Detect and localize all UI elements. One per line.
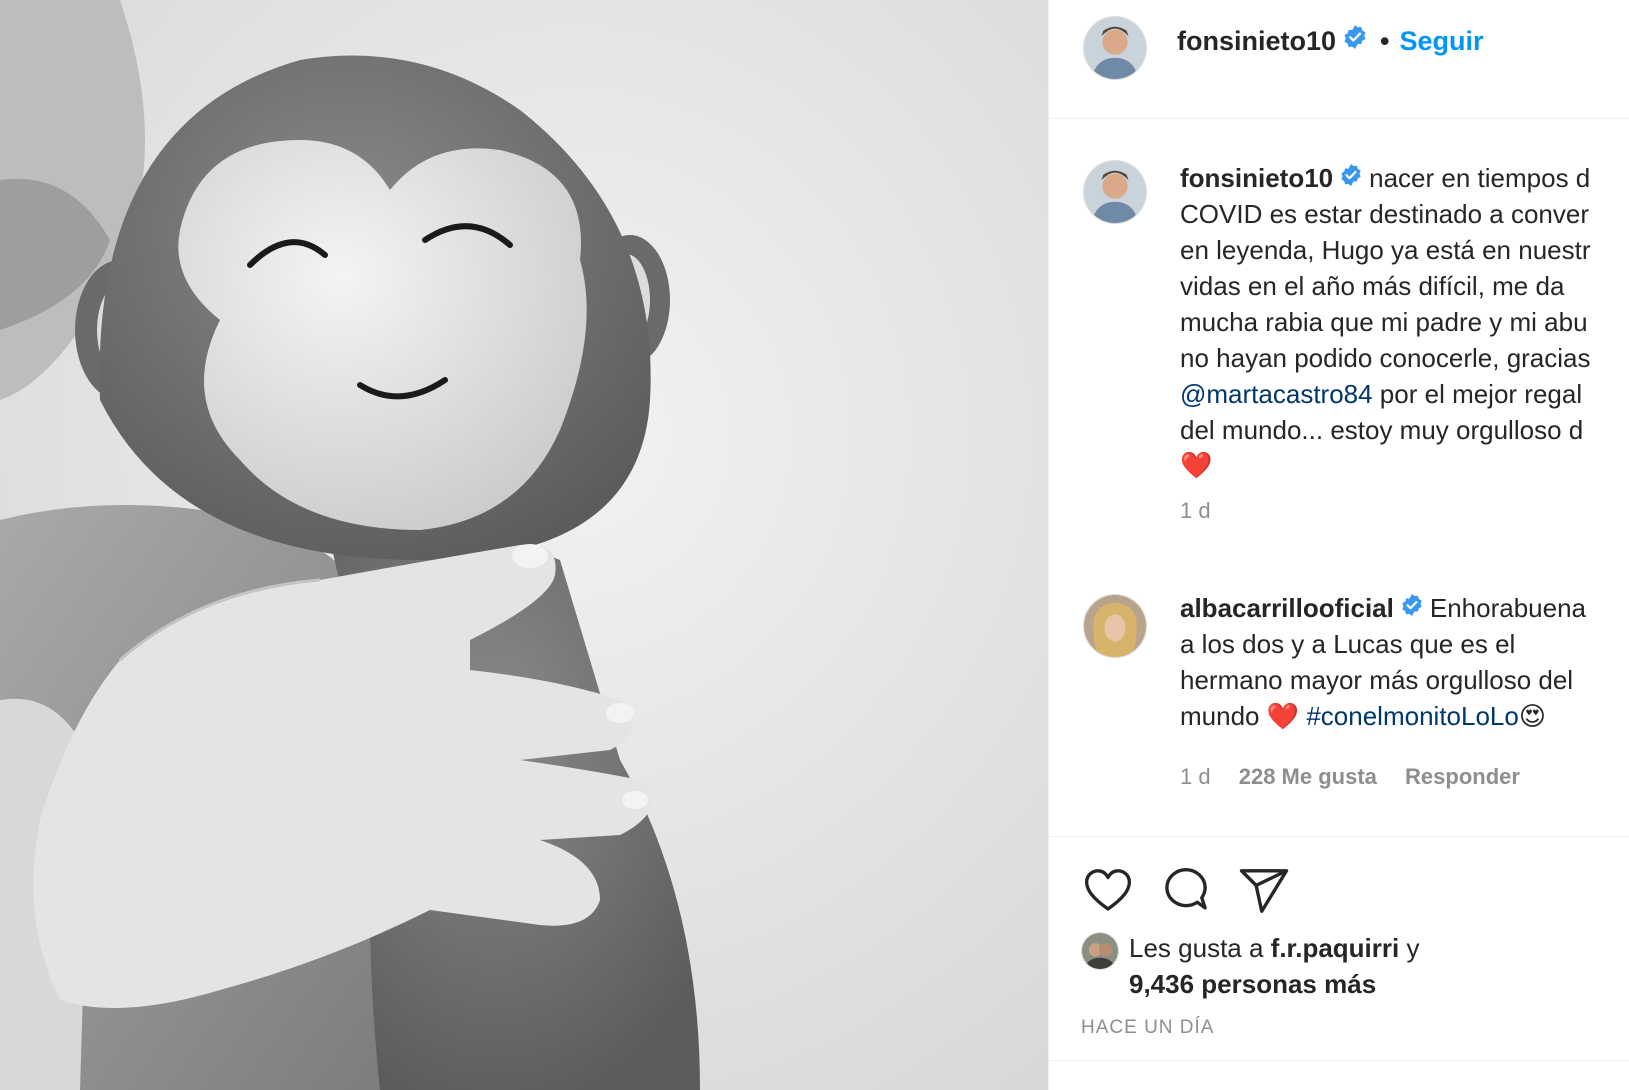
post-time-ago[interactable]: HACE UN DÍA xyxy=(1081,1017,1214,1039)
person-avatar-icon xyxy=(1082,933,1118,969)
actions-divider xyxy=(1049,836,1629,837)
caption-avatar[interactable] xyxy=(1083,160,1147,224)
caption-text-line: en leyenda, Hugo ya está en nuestr xyxy=(1180,235,1591,265)
caption-text-line: mucha rabia que mi padre y mi abu xyxy=(1180,307,1588,337)
header-separator: • xyxy=(1380,26,1390,56)
author-avatar[interactable] xyxy=(1083,16,1147,80)
likes-prefix: Les gusta a xyxy=(1129,933,1271,963)
caption-line-1: fonsinieto10 nacer en tiempos d xyxy=(1180,160,1629,196)
post-header: fonsinieto10 • Seguir xyxy=(1049,0,1629,119)
comment-button[interactable] xyxy=(1159,864,1213,918)
comment-text-line: hermano mayor más orgulloso del xyxy=(1180,665,1574,695)
comment-username[interactable]: albacarrillooficial xyxy=(1180,593,1394,623)
comment-time[interactable]: 1 d xyxy=(1180,764,1211,789)
caption-mention-line: @martacastro84 por el mejor regal xyxy=(1180,376,1629,412)
post-photo xyxy=(0,0,1048,1090)
header-username[interactable]: fonsinieto10 xyxy=(1177,26,1336,56)
heart-eyes-emoji: 😍 xyxy=(1518,702,1546,732)
red-heart-emoji: ❤️ xyxy=(1180,451,1213,481)
like-button[interactable] xyxy=(1081,864,1135,918)
comment-last-line: mundo ❤️ #conelmonitoLoLo😍 xyxy=(1180,698,1629,735)
likes-line: Les gusta a f.r.paquirri y xyxy=(1129,930,1419,966)
heart-icon xyxy=(1084,869,1132,911)
comment-line-1: albacarrillooficial Enhorabuena xyxy=(1180,590,1629,626)
bottom-divider xyxy=(1049,1060,1629,1061)
header-user-row: fonsinieto10 • Seguir xyxy=(1177,24,1484,57)
caption-text-line: nacer en tiempos d xyxy=(1369,163,1591,193)
liker-username[interactable]: f.r.paquirri xyxy=(1271,933,1400,963)
caption-username[interactable]: fonsinieto10 xyxy=(1180,163,1333,193)
person-avatar-icon xyxy=(1084,161,1146,223)
follow-button[interactable]: Seguir xyxy=(1399,26,1483,56)
person-avatar-icon xyxy=(1084,595,1146,657)
post-sidebar: fonsinieto10 • Seguir fonsinieto10 nacer en… xyxy=(1048,0,1629,1090)
comment-like-count[interactable]: 228 Me gusta xyxy=(1239,764,1377,789)
likes-suffix: y xyxy=(1399,933,1420,963)
comment-text-line: mundo xyxy=(1180,701,1267,731)
verified-badge-icon xyxy=(1400,590,1424,626)
monkey-plush-photo xyxy=(0,0,1048,1090)
caption-text-line: del mundo... estoy muy orgulloso d xyxy=(1180,415,1584,445)
caption-meta: 1 d xyxy=(1180,498,1233,524)
caption-time[interactable]: 1 d xyxy=(1180,498,1211,523)
caption-text-line: COVID es estar destinado a conver xyxy=(1180,199,1589,229)
person-avatar-icon xyxy=(1084,17,1146,79)
comment-icon xyxy=(1165,867,1207,910)
commenter-avatar[interactable] xyxy=(1083,594,1147,658)
caption-text-line: no hayan podido conocerle, gracias xyxy=(1180,343,1591,373)
paper-plane-icon xyxy=(1239,869,1289,913)
caption-text-line: por el mejor regal xyxy=(1372,379,1583,409)
comment-text-line: a los dos y a Lucas que es el xyxy=(1180,629,1516,659)
mention-link[interactable]: @martacastro84 xyxy=(1180,379,1373,409)
comment-text-line: Enhorabuena xyxy=(1429,593,1587,623)
comment-meta: 1 d 228 Me gusta Responder xyxy=(1180,764,1542,790)
hashtag-link[interactable]: #conelmonitoLoLo xyxy=(1306,701,1519,731)
verified-badge-icon xyxy=(1339,160,1363,196)
reply-button[interactable]: Responder xyxy=(1405,764,1520,789)
liker-avatar[interactable] xyxy=(1081,932,1119,970)
caption-text: fonsinieto10 nacer en tiempos d COVID es … xyxy=(1180,160,1629,484)
likes-count[interactable]: 9,436 personas más xyxy=(1129,966,1376,1002)
verified-badge-icon xyxy=(1342,24,1368,57)
caption-text-line: vidas en el año más difícil, me da xyxy=(1180,271,1565,301)
share-button[interactable] xyxy=(1237,864,1291,918)
red-heart-emoji: ❤️ xyxy=(1266,702,1300,732)
comment-text: albacarrillooficial Enhorabuena a los dos… xyxy=(1180,590,1629,735)
